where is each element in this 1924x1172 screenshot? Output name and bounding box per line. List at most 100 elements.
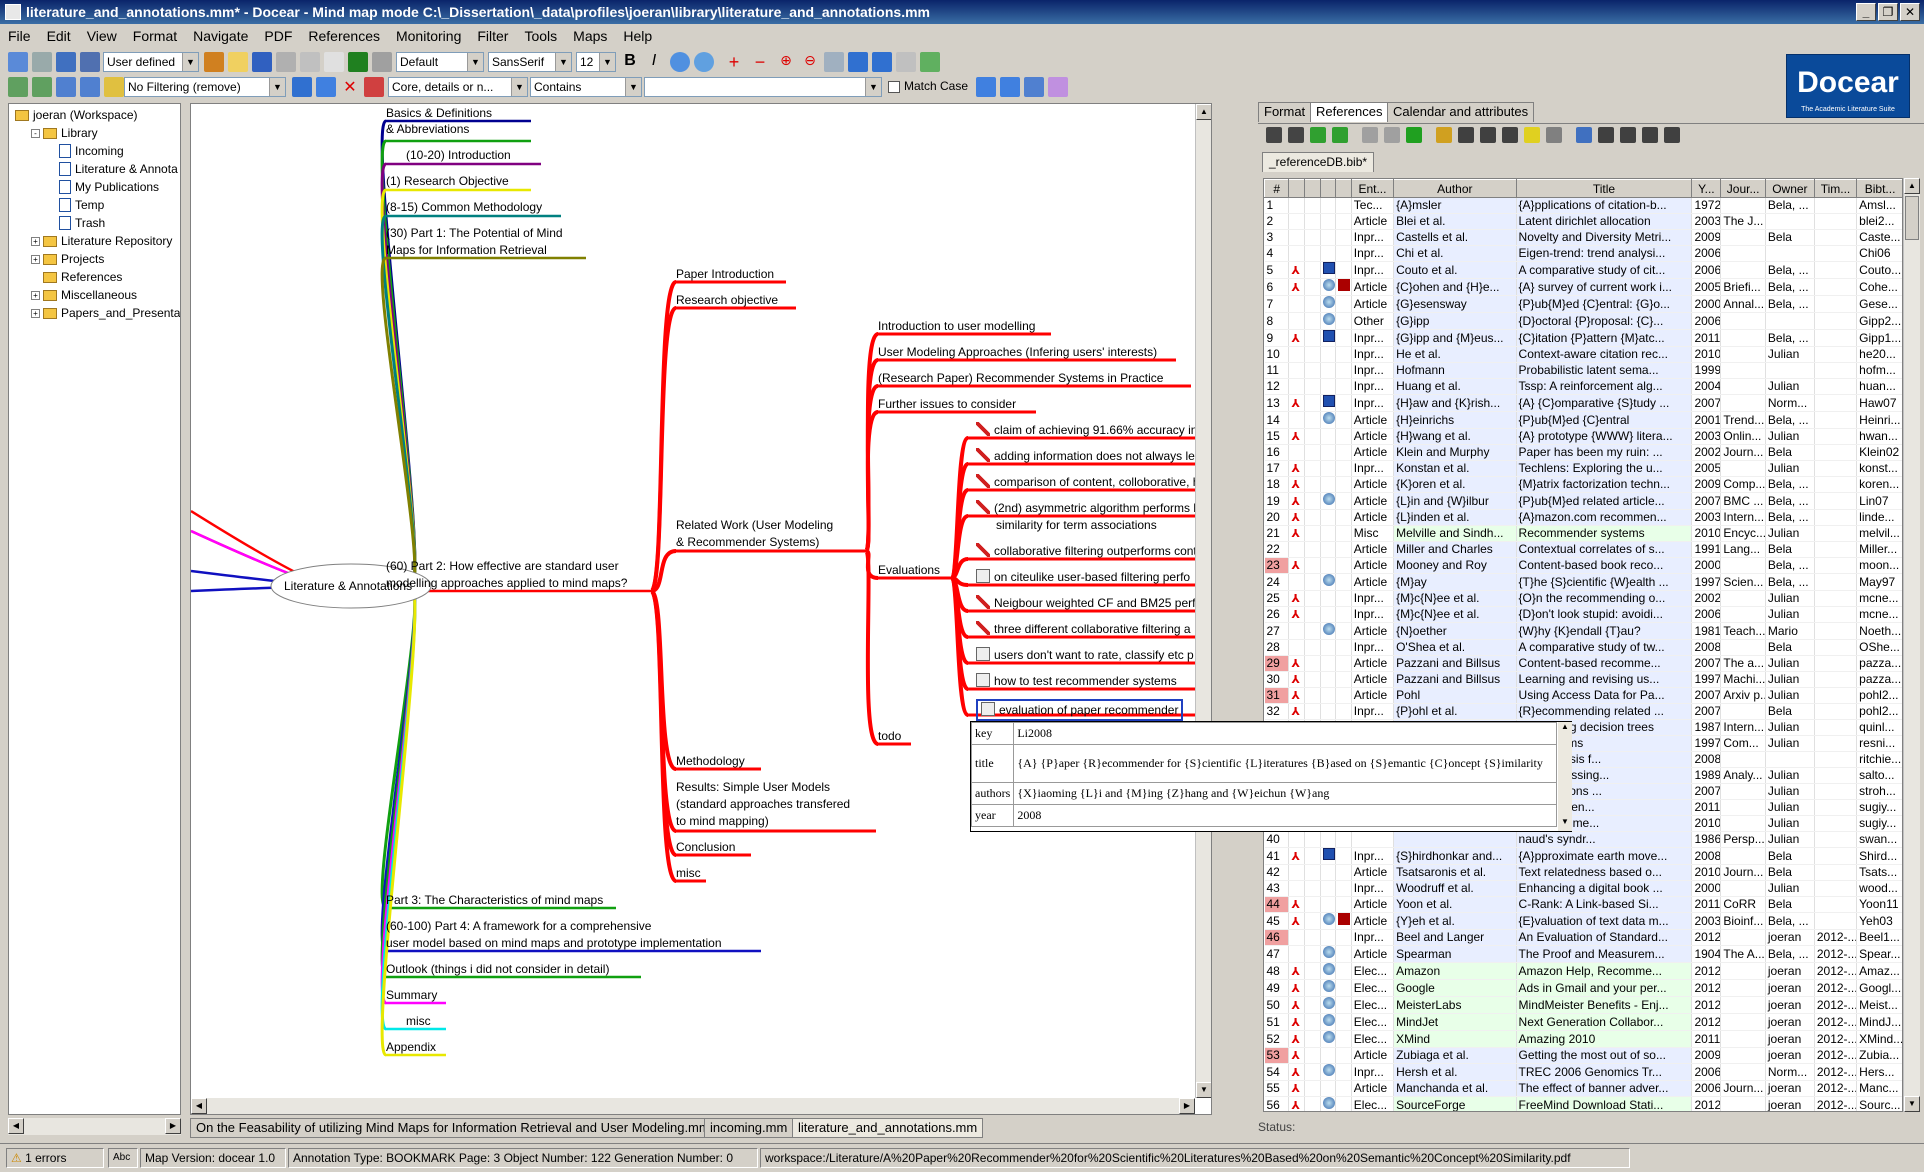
map-node[interactable]: Summary [386,987,437,1003]
pdf-icon[interactable]: ⅄ [1291,851,1303,863]
open-icon[interactable] [228,52,248,72]
map-node[interactable]: Evaluations [878,562,940,578]
pdf-icon[interactable]: ⅄ [1291,398,1303,410]
map-node[interactable]: Part 3: The Characteristics of mind maps [386,892,603,908]
menu-filter[interactable]: Filter [469,24,516,48]
menu-references[interactable]: References [300,24,388,48]
column-header[interactable] [1319,179,1337,198]
table-row[interactable]: 48 ⅄ Elec... Amazon Amazon Help, Recomme... 2… [1264,962,1902,980]
link-icon[interactable] [848,52,868,72]
url-icon[interactable] [1322,279,1335,291]
table-row[interactable]: 43 Inpr... Woodruff et al. Enhancing a digi… [1264,880,1902,897]
map-node[interactable]: modelling approaches applied to mind map… [386,575,627,591]
font-size-select[interactable]: 12 ▼ [576,52,616,72]
splitter[interactable] [183,103,189,1115]
map-node[interactable]: how to test recommender systems [976,673,1177,689]
ref-tool-icon[interactable] [1576,127,1592,143]
attach-icon[interactable] [896,52,916,72]
table-row[interactable]: 15 ⅄ Article {H}wang et al. {A} prototype {W… [1264,428,1902,445]
map-node[interactable]: three different collaborative filtering … [976,621,1191,637]
tree-item[interactable]: - Library [31,126,98,140]
errors-indicator[interactable]: ⚠ 1 errors [6,1148,104,1168]
map-node[interactable]: Further issues to consider [878,396,1016,412]
pdf-icon[interactable]: ⅄ [1291,1034,1303,1046]
url-icon[interactable] [1322,1064,1335,1076]
pdf-icon[interactable]: ⅄ [1291,333,1303,345]
tree-item[interactable]: Temp [47,198,104,212]
doi-icon[interactable] [1322,395,1335,407]
map-node[interactable]: to mind mapping) [676,813,769,829]
doi-icon[interactable] [1322,262,1335,274]
refresh-icon[interactable] [204,52,224,72]
pdf-icon[interactable]: ⅄ [1291,512,1303,524]
table-row[interactable]: 25 ⅄ Inpr... {M}c{N}ee et al. {O}n the recom… [1264,590,1902,607]
filter-compose-icon[interactable] [316,77,336,97]
workspace-hscroll[interactable]: ◀ ▶ [8,1118,181,1135]
italic-icon[interactable]: I [644,52,664,72]
table-row[interactable]: 3 Inpr... Castells et al. Novelty and Diver… [1264,229,1902,246]
pdf-icon[interactable]: ⅄ [1291,983,1303,995]
expand-icon[interactable]: + [31,308,40,318]
column-header[interactable]: Author [1393,179,1517,198]
right-tab-format[interactable]: Format [1258,102,1312,122]
menu-format[interactable]: Format [125,24,185,48]
pdf-icon[interactable]: ⅄ [1291,265,1303,277]
column-header[interactable]: Title [1515,179,1693,198]
table-row[interactable]: 49 ⅄ Elec... Google Ads in Gmail and your pe… [1264,979,1902,997]
pdf-red-icon[interactable] [1338,279,1351,291]
map-node[interactable]: comparison of content, colloborative, hy [976,474,1205,490]
splitter-right[interactable] [1252,100,1258,1140]
table-row[interactable]: 40 naud's syndr... 1986 Persp... Julian swan.… [1264,831,1902,848]
pdf-icon[interactable]: ⅄ [1291,899,1303,911]
pdf-icon[interactable]: ⅄ [1291,1083,1303,1095]
expand-icon[interactable]: + [31,290,40,300]
map-node[interactable]: user model based on mind maps and protot… [386,935,722,951]
filter-tree-icon[interactable] [1024,77,1044,97]
map-node[interactable]: (10-20) Introduction [406,147,511,163]
map-scroll-left-arrow[interactable]: ◀ [191,1098,207,1114]
map-node[interactable]: (1) Research Objective [386,173,509,189]
table-row[interactable]: 31 ⅄ Article Pohl Using Access Data for Pa..… [1264,687,1902,704]
table-row[interactable]: 22 Article Miller and Charles Contextual co… [1264,541,1902,558]
pdf-red-icon[interactable] [1338,913,1351,925]
mode-select[interactable]: User defined ▼ [103,52,199,72]
map-node[interactable]: misc [406,1013,431,1029]
ref-tool-icon[interactable] [1332,127,1348,143]
map-node[interactable]: Maps for Information Retrieval [386,242,547,258]
filter-edit-icon[interactable] [364,77,384,97]
expand-icon[interactable]: + [31,236,40,246]
tree-item[interactable]: My Publications [47,180,159,194]
table-row[interactable]: 7 Article {G}esensway {P}ub{M}ed {C}entral:… [1264,295,1902,313]
url-icon[interactable] [1322,946,1335,958]
map-node[interactable]: (30) Part 1: The Potential of Mind [386,225,563,241]
table-row[interactable]: 4 Inpr... Chi et al. Eigen-trend: trend ana… [1264,245,1902,262]
table-row[interactable]: 23 ⅄ Article Mooney and Roy Content-based bo… [1264,557,1902,574]
pdf-icon[interactable]: ⅄ [1291,706,1303,718]
ref-tool-icon[interactable] [1406,127,1422,143]
map-node[interactable]: User Modeling Approaches (Infering users… [878,344,1157,360]
url-icon[interactable] [1322,1014,1335,1026]
table-row[interactable]: 12 Inpr... Huang et al. Tssp: A reinforceme… [1264,378,1902,395]
pdf-icon[interactable]: ⅄ [1291,916,1303,928]
map-node[interactable]: claim of achieving 91.66% accuracy in p [976,422,1207,438]
map-tab[interactable]: literature_and_annotations.mm [792,1118,984,1138]
scroll-right-arrow[interactable]: ▶ [165,1118,181,1134]
find-next-icon[interactable] [976,77,996,97]
ref-tool-icon[interactable] [1436,127,1452,143]
ref-tool-icon[interactable] [1524,127,1540,143]
pdf-icon[interactable]: ⅄ [1291,690,1303,702]
column-header[interactable]: Jour... [1720,179,1766,198]
table-row[interactable]: 20 ⅄ Article {L}inden et al. {A}mazon.com re… [1264,509,1902,526]
tree-item[interactable]: + Papers_and_Presentati [31,306,180,320]
table-row[interactable]: 47 Article Spearman The Proof and Measurem.… [1264,945,1902,963]
url-icon[interactable] [1322,623,1335,635]
pdf-icon[interactable]: ⅄ [1291,496,1303,508]
table-row[interactable]: 54 ⅄ Inpr... Hersh et al. TREC 2006 Genomics… [1264,1063,1902,1081]
menu-file[interactable]: File [0,24,39,48]
zoom-fit-icon[interactable] [56,52,76,72]
remove-node-icon[interactable]: − [750,52,770,72]
undo-icon[interactable] [348,52,368,72]
table-row[interactable]: 1 Tec... {A}msler {A}pplications of citatio… [1264,197,1902,214]
map-node[interactable]: Related Work (User Modeling [676,517,833,533]
table-row[interactable]: 27 Article {N}oether {W}hy {K}endall {T}au?… [1264,622,1902,640]
